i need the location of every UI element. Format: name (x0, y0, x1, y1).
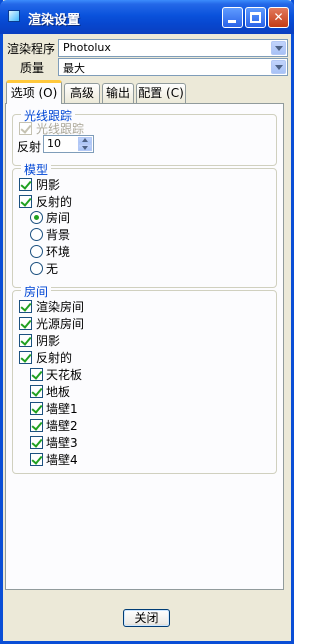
chevron-down-icon[interactable] (271, 41, 286, 55)
radio-background-label: 背景 (46, 228, 71, 242)
radio-room-label: 房间 (46, 211, 71, 225)
maximize-icon (250, 12, 261, 23)
reflect-label: 反射 (17, 140, 42, 154)
quality-select[interactable]: 最大 (58, 58, 288, 76)
reflect-spinner[interactable]: 10 (43, 135, 94, 153)
radio-background[interactable] (30, 228, 43, 241)
window-title: 渲染设置 (28, 13, 81, 28)
radio-none-label: 无 (46, 262, 59, 276)
render-room-label: 渲染房间 (36, 300, 85, 314)
close-window-button[interactable]: ✕ (268, 7, 289, 28)
ceiling-checkbox[interactable] (30, 368, 43, 381)
room-shadow-label: 阴影 (36, 334, 61, 348)
model-shadow-label: 阴影 (36, 178, 61, 192)
close-icon: ✕ (273, 10, 284, 24)
wall2-label: 墙壁2 (46, 419, 78, 433)
wall1-label: 墙壁1 (46, 402, 78, 416)
reflect-value: 10 (47, 137, 61, 150)
wall1-checkbox[interactable] (30, 402, 43, 415)
model-reflective-label: 反射的 (36, 195, 73, 209)
ceiling-label: 天花板 (46, 368, 83, 382)
tab-options[interactable]: 选项 (O) (6, 80, 62, 104)
model-reflective-checkbox[interactable] (19, 195, 32, 208)
wall4-label: 墙壁4 (46, 453, 78, 467)
radio-none[interactable] (30, 262, 43, 275)
tab-advanced[interactable]: 高级 (64, 83, 100, 103)
minimize-icon (228, 20, 236, 23)
wall2-checkbox[interactable] (30, 419, 43, 432)
tab-config[interactable]: 配置 (C) (136, 83, 186, 103)
app-icon (8, 10, 20, 22)
chevron-down-icon[interactable] (271, 60, 286, 74)
room-reflective-label: 反射的 (36, 351, 73, 365)
model-shadow-checkbox[interactable] (19, 178, 32, 191)
radio-environment[interactable] (30, 245, 43, 258)
maximize-button[interactable] (245, 7, 266, 28)
floor-checkbox[interactable] (30, 385, 43, 398)
wall3-checkbox[interactable] (30, 436, 43, 449)
render-program-value: Photolux (63, 41, 111, 54)
quality-value: 最大 (63, 62, 85, 75)
title-bar[interactable]: 渲染设置 ✕ (0, 0, 294, 34)
render-program-select[interactable]: Photolux (58, 39, 288, 57)
radio-room[interactable] (30, 211, 43, 224)
light-room-checkbox[interactable] (19, 317, 32, 330)
floor-label: 地板 (46, 385, 71, 399)
wall3-label: 墙壁3 (46, 436, 78, 450)
light-room-label: 光源房间 (36, 317, 85, 331)
spin-up-icon[interactable] (78, 137, 92, 144)
tab-output[interactable]: 输出 (102, 83, 134, 103)
render-room-checkbox[interactable] (19, 300, 32, 313)
quality-label: 质量 (20, 61, 45, 75)
room-shadow-checkbox[interactable] (19, 334, 32, 347)
radio-environment-label: 环境 (46, 245, 71, 259)
minimize-button[interactable] (222, 7, 243, 28)
wall4-checkbox[interactable] (30, 453, 43, 466)
close-button[interactable]: 关闭 (123, 609, 170, 627)
raytrace-checkbox[interactable] (19, 122, 32, 135)
render-program-label: 渲染程序 (7, 42, 56, 56)
spin-down-icon[interactable] (78, 144, 92, 151)
room-reflective-checkbox[interactable] (19, 351, 32, 364)
